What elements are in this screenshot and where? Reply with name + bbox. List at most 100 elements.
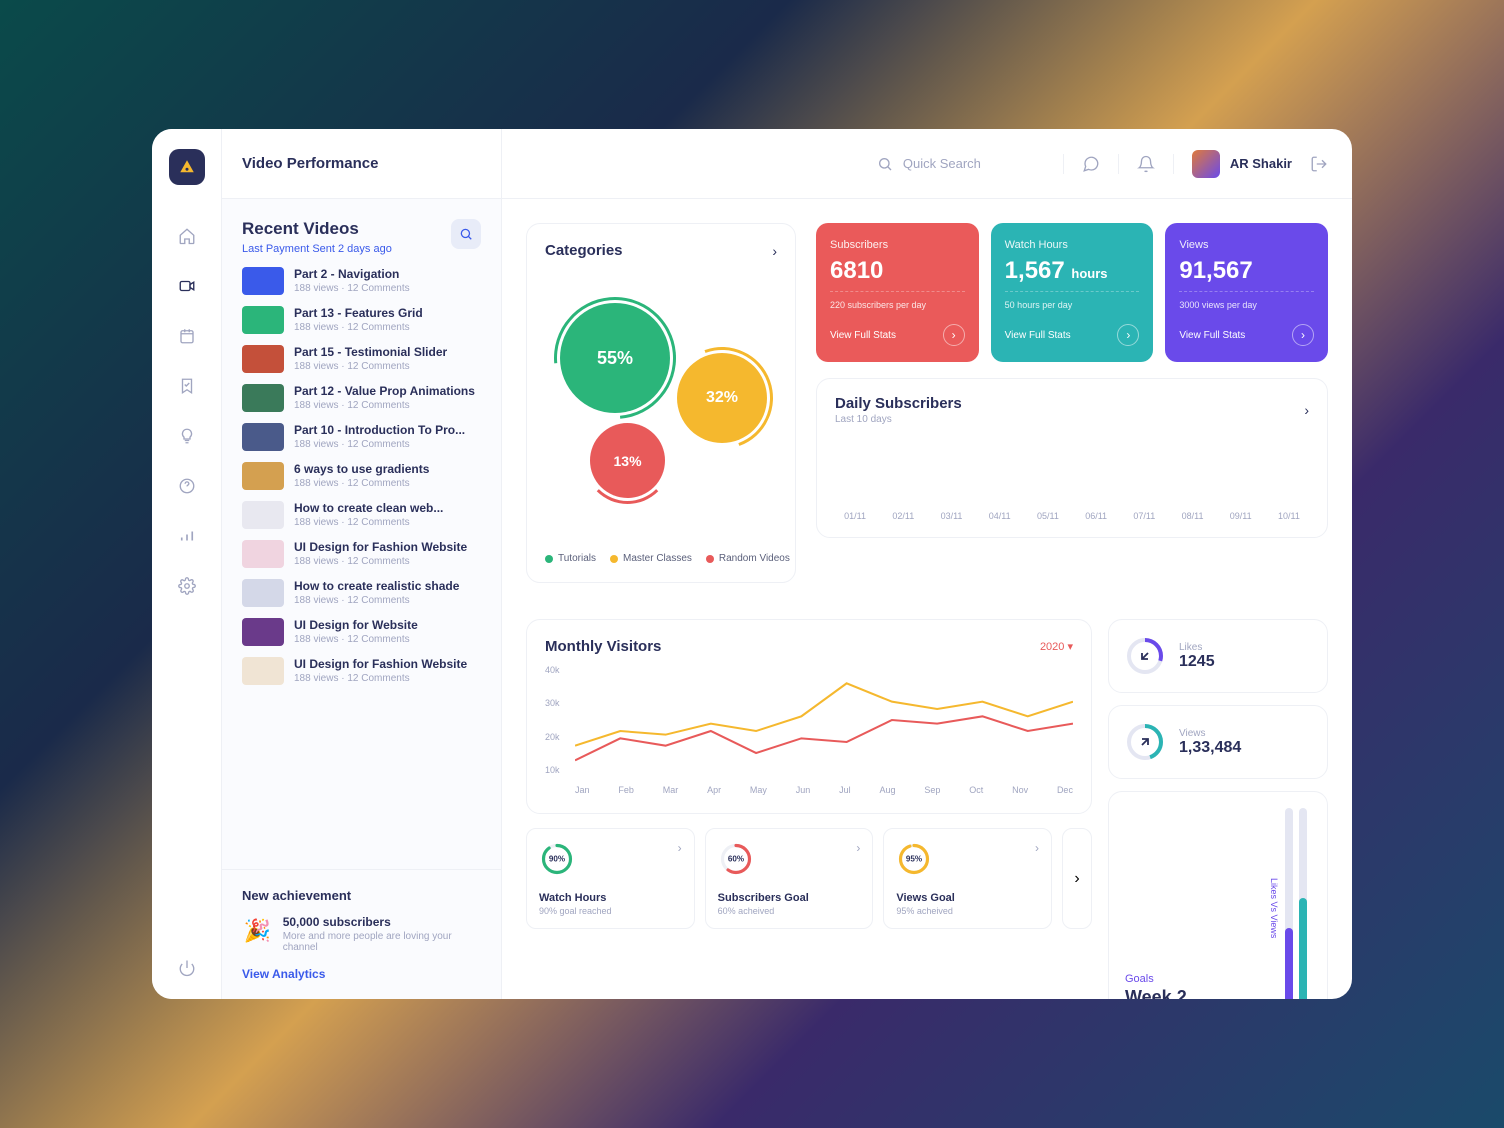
help-icon[interactable]	[176, 475, 198, 497]
user-name: AR Shakir	[1230, 156, 1292, 171]
video-thumbnail	[242, 618, 284, 646]
video-thumbnail	[242, 345, 284, 373]
video-thumbnail	[242, 306, 284, 334]
bar-label: 09/11	[1230, 511, 1252, 521]
goal-card[interactable]: › 60% Subscribers Goal 60% acheived	[705, 828, 874, 929]
user-menu[interactable]: AR Shakir	[1192, 150, 1292, 178]
video-item[interactable]: Part 10 - Introduction To Pro... 188 vie…	[242, 423, 481, 451]
video-meta: 188 views · 12 Comments	[294, 283, 481, 294]
video-title: Part 2 - Navigation	[294, 267, 481, 281]
bar-col[interactable]: 07/11	[1124, 503, 1164, 521]
chevron-right-icon[interactable]: ›	[856, 841, 860, 855]
bar-col[interactable]: 08/11	[1172, 503, 1212, 521]
year-selector[interactable]: 2020 ▾	[1040, 640, 1073, 653]
achievement-desc: More and more people are loving your cha…	[283, 931, 481, 953]
sidebar: Video Performance Recent Videos Last Pay…	[222, 129, 502, 999]
category-bubble-tutorials: 55%	[560, 303, 670, 413]
video-meta: 188 views · 12 Comments	[294, 439, 481, 450]
video-item[interactable]: 6 ways to use gradients 188 views · 12 C…	[242, 462, 481, 490]
chevron-right-icon[interactable]: ›	[772, 243, 777, 259]
video-meta: 188 views · 12 Comments	[294, 673, 481, 684]
video-item[interactable]: UI Design for Fashion Website 188 views …	[242, 657, 481, 685]
home-icon[interactable]	[176, 225, 198, 247]
divider	[1173, 154, 1174, 174]
goal-sub: 90% goal reached	[539, 906, 682, 916]
views-metric-card[interactable]: Views 1,33,484	[1108, 705, 1328, 779]
bar-col[interactable]: 01/11	[835, 503, 875, 521]
goal-title: Subscribers Goal	[718, 892, 861, 904]
video-meta: 188 views · 12 Comments	[294, 400, 481, 411]
avatar	[1192, 150, 1220, 178]
likes-value: 1245	[1179, 653, 1215, 671]
bell-icon[interactable]	[1137, 155, 1155, 173]
recent-subtitle: Last Payment Sent 2 days ago	[242, 243, 392, 255]
bar-col[interactable]: 09/11	[1221, 503, 1261, 521]
view-full-stats-link[interactable]: View Full Stats›	[830, 324, 965, 346]
calendar-icon[interactable]	[176, 325, 198, 347]
logout-icon[interactable]	[1310, 155, 1328, 173]
daily-title: Daily Subscribers	[835, 395, 962, 412]
power-icon[interactable]	[176, 957, 198, 979]
video-item[interactable]: Part 12 - Value Prop Animations 188 view…	[242, 384, 481, 412]
achievement-title: 50,000 subscribers	[283, 915, 481, 929]
chevron-right-icon[interactable]: ›	[678, 841, 682, 855]
video-thumbnail	[242, 579, 284, 607]
nav-rail	[152, 129, 222, 999]
goal-card[interactable]: › 95% Views Goal 95% acheived	[883, 828, 1052, 929]
lightbulb-icon[interactable]	[176, 425, 198, 447]
bar-label: 06/11	[1085, 511, 1107, 521]
video-item[interactable]: Part 2 - Navigation 188 views · 12 Comme…	[242, 267, 481, 295]
video-meta: 188 views · 12 Comments	[294, 556, 481, 567]
progress-ring-icon: 90%	[539, 841, 575, 877]
view-full-stats-link[interactable]: View Full Stats›	[1179, 324, 1314, 346]
settings-icon[interactable]	[176, 575, 198, 597]
video-item[interactable]: How to create realistic shade 188 views …	[242, 579, 481, 607]
video-item[interactable]: UI Design for Fashion Website 188 views …	[242, 540, 481, 568]
legend-item: Tutorials	[545, 553, 596, 564]
search-input[interactable]	[903, 156, 1023, 171]
goal-sub: 95% acheived	[896, 906, 1039, 916]
bar-label: 03/11	[941, 511, 963, 521]
chevron-right-icon[interactable]: ›	[1035, 841, 1039, 855]
logo[interactable]	[169, 149, 205, 185]
video-item[interactable]: How to create clean web... 188 views · 1…	[242, 501, 481, 529]
svg-text:95%: 95%	[906, 855, 922, 864]
goal-title: Watch Hours	[539, 892, 682, 904]
bar-label: 02/11	[892, 511, 914, 521]
recent-search-button[interactable]	[451, 219, 481, 249]
view-full-stats-link[interactable]: View Full Stats›	[1005, 324, 1140, 346]
bar-col[interactable]: 05/11	[1028, 503, 1068, 521]
svg-text:90%: 90%	[549, 855, 565, 864]
bar-label: 01/11	[844, 511, 866, 521]
analytics-icon[interactable]	[176, 525, 198, 547]
goal-next-button[interactable]: ›	[1062, 828, 1092, 929]
likes-metric-card[interactable]: Likes 1245	[1108, 619, 1328, 693]
goal-card[interactable]: › 90% Watch Hours 90% goal reached	[526, 828, 695, 929]
progress-ring-icon: 95%	[896, 841, 932, 877]
goals-label: Goals	[1125, 973, 1187, 985]
goals-week-card: Goals Week 2 Likes Vs Views	[1108, 791, 1328, 999]
bar-col[interactable]: 10/11	[1269, 503, 1309, 521]
video-item[interactable]: UI Design for Website 188 views · 12 Com…	[242, 618, 481, 646]
bar-col[interactable]: 02/11	[883, 503, 923, 521]
video-icon[interactable]	[176, 275, 198, 297]
video-title: How to create clean web...	[294, 501, 481, 515]
video-item[interactable]: Part 13 - Features Grid 188 views · 12 C…	[242, 306, 481, 334]
video-meta: 188 views · 12 Comments	[294, 361, 481, 372]
likes-label: Likes	[1179, 642, 1215, 653]
stat-card: Subscribers 6810 220 subscribers per day…	[816, 223, 979, 362]
stat-label: Watch Hours	[1005, 239, 1140, 251]
video-title: Part 10 - Introduction To Pro...	[294, 423, 481, 437]
bookmark-icon[interactable]	[176, 375, 198, 397]
video-item[interactable]: Part 15 - Testimonial Slider 188 views ·…	[242, 345, 481, 373]
bar-col[interactable]: 06/11	[1076, 503, 1116, 521]
goals-value: Week 2	[1125, 987, 1187, 999]
bar-col[interactable]: 04/11	[980, 503, 1020, 521]
bar-col[interactable]: 03/11	[931, 503, 971, 521]
chevron-right-icon[interactable]: ›	[1304, 402, 1309, 418]
chat-icon[interactable]	[1082, 155, 1100, 173]
arrow-right-icon: ›	[1117, 324, 1139, 346]
video-thumbnail	[242, 540, 284, 568]
view-analytics-link[interactable]: View Analytics	[242, 967, 481, 981]
recent-title: Recent Videos	[242, 219, 392, 239]
